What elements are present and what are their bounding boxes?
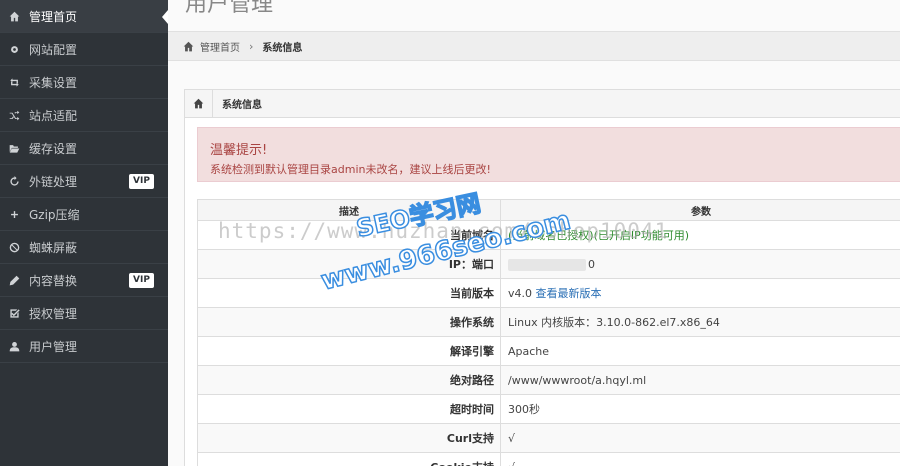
- row-value: 0: [500, 249, 900, 279]
- sidebar-item-label: 用户管理: [29, 339, 78, 354]
- sidebar: 管理首页 网站配置 采集设置 站点适配 缓存设置 外链处理 VIP Gzip压缩…: [0, 0, 168, 466]
- row-value: √: [500, 423, 900, 453]
- chevron-right-icon: ›: [249, 39, 254, 53]
- table-row: 解译引擎 Apache: [197, 336, 900, 366]
- ban-icon: [8, 241, 20, 253]
- shuffle-icon: [8, 109, 20, 121]
- sidebar-item-home[interactable]: 管理首页: [0, 0, 168, 33]
- sidebar-item-label: 内容替换: [29, 273, 78, 288]
- check-latest-version-link[interactable]: 查看最新版本: [536, 287, 602, 300]
- row-key: 超时时间: [197, 394, 501, 424]
- sidebar-item-site-adapt[interactable]: 站点适配: [0, 99, 168, 132]
- row-key: Curl支持: [197, 423, 501, 453]
- sidebar-item-label: 缓存设置: [29, 141, 78, 156]
- row-key: 解译引擎: [197, 336, 501, 366]
- page-title: 用户管理: [185, 0, 274, 17]
- sidebar-item-site-config[interactable]: 网站配置: [0, 33, 168, 66]
- refresh-icon: [8, 175, 20, 187]
- table-row: Curl支持 √: [197, 423, 900, 453]
- table-row: 当前版本 v4.0 查看最新版本: [197, 278, 900, 308]
- sidebar-item-license[interactable]: 授权管理: [0, 297, 168, 330]
- redacted-block: [508, 258, 586, 271]
- table-row: 操作系统 Linux 内核版本：3.10.0-862.el7.x86_64: [197, 307, 900, 337]
- sidebar-item-label: 网站配置: [29, 42, 78, 57]
- alert-title: 温馨提示!: [210, 143, 268, 158]
- sidebar-item-content-replace[interactable]: 内容替换 VIP: [0, 264, 168, 297]
- gear-icon: [8, 43, 20, 55]
- row-value: v4.0 查看最新版本: [500, 278, 900, 308]
- panel-title: 系统信息: [222, 100, 262, 111]
- vip-badge: VIP: [129, 273, 154, 288]
- version-value: v4.0: [508, 287, 533, 300]
- alert-message: 系统检测到默认管理目录admin未改名，建议上线后更改!: [210, 163, 491, 176]
- sidebar-item-spider-block[interactable]: 蜘蛛屏蔽: [0, 231, 168, 264]
- home-icon: [8, 10, 20, 22]
- pencil-icon: [8, 274, 20, 286]
- sidebar-item-label: Gzip压缩: [29, 207, 80, 222]
- sidebar-item-external-links[interactable]: 外链处理 VIP: [0, 165, 168, 198]
- row-key: Cookie支持: [197, 452, 501, 466]
- port-value: 0: [588, 257, 595, 271]
- domain-status: (当前域名已授权)(已开启IP功能可用): [508, 229, 690, 242]
- sidebar-item-cache[interactable]: 缓存设置: [0, 132, 168, 165]
- column-header-parameter: 参数: [500, 199, 900, 221]
- row-value: /www/wwwroot/a.hqyl.ml: [500, 365, 900, 395]
- table-row: 绝对路径 /www/wwwroot/a.hqyl.ml: [197, 365, 900, 395]
- sidebar-item-label: 管理首页: [29, 9, 78, 24]
- breadcrumb-current: 系统信息: [262, 42, 303, 54]
- check-square-icon: [8, 307, 20, 319]
- row-value: (当前域名已授权)(已开启IP功能可用): [500, 220, 900, 250]
- table-header-row: 描述 参数: [197, 199, 900, 221]
- vip-badge: VIP: [129, 174, 154, 189]
- row-key: 当前版本: [197, 278, 501, 308]
- table-row: IP：端口 0: [197, 249, 900, 279]
- compress-icon: [8, 208, 20, 220]
- breadcrumb-home-link[interactable]: 管理首页: [200, 39, 240, 54]
- row-key: 当前域名: [197, 220, 501, 250]
- home-icon: [183, 41, 194, 52]
- row-value: Linux 内核版本：3.10.0-862.el7.x86_64: [500, 307, 900, 337]
- sidebar-item-label: 站点适配: [29, 108, 78, 123]
- user-icon: [8, 340, 20, 352]
- system-info-table: 描述 参数 当前域名 (当前域名已授权)(已开启IP功能可用) IP：端口 0 …: [197, 199, 900, 466]
- row-key: IP：端口: [197, 249, 501, 279]
- table-row: Cookie支持 √: [197, 452, 900, 466]
- table-row: 超时时间 300秒: [197, 394, 900, 424]
- system-info-panel: 系统信息 温馨提示! 系统检测到默认管理目录admin未改名，建议上线后更改! …: [184, 89, 900, 466]
- row-key: 操作系统: [197, 307, 501, 337]
- row-value: Apache: [500, 336, 900, 366]
- sidebar-item-label: 外链处理: [29, 174, 78, 189]
- table-row: 当前域名 (当前域名已授权)(已开启IP功能可用): [197, 220, 900, 250]
- row-value: √: [500, 452, 900, 466]
- home-icon: [185, 90, 213, 117]
- sidebar-item-label: 授权管理: [29, 306, 78, 321]
- column-header-description: 描述: [197, 199, 501, 221]
- folder-open-icon: [8, 142, 20, 154]
- sidebar-item-label: 采集设置: [29, 75, 78, 90]
- sidebar-item-users[interactable]: 用户管理: [0, 330, 168, 363]
- sidebar-item-gzip[interactable]: Gzip压缩: [0, 198, 168, 231]
- main-content: 用户管理 管理首页 › 系统信息 系统信息 温馨提示! 系统检测到默认管理目录a…: [168, 0, 900, 466]
- row-value: 300秒: [500, 394, 900, 424]
- breadcrumb: 管理首页 › 系统信息: [168, 31, 900, 61]
- warning-alert: 温馨提示! 系统检测到默认管理目录admin未改名，建议上线后更改!: [197, 127, 900, 182]
- sidebar-item-label: 蜘蛛屏蔽: [29, 240, 78, 255]
- row-key: 绝对路径: [197, 365, 501, 395]
- retweet-icon: [8, 76, 20, 88]
- sidebar-item-collect[interactable]: 采集设置: [0, 66, 168, 99]
- panel-header: 系统信息: [185, 90, 900, 118]
